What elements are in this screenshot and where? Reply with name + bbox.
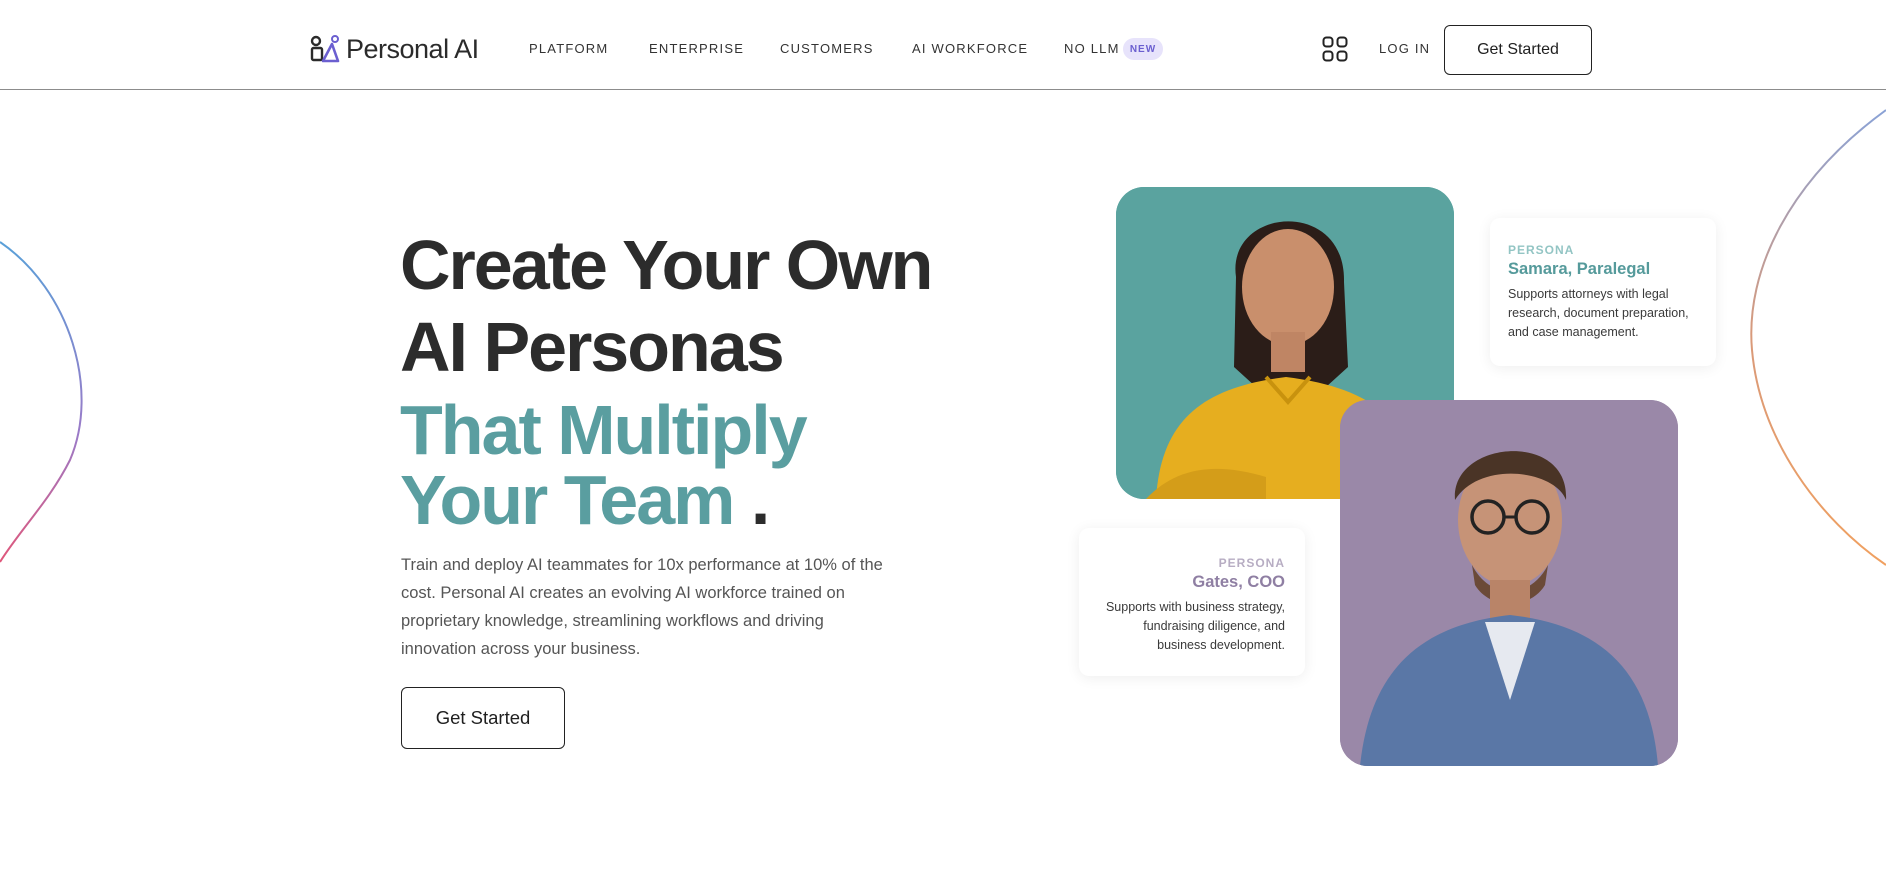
hero-title-period: . [750, 461, 771, 539]
persona-name: Gates, COO [1192, 573, 1285, 591]
personal-ai-logo-icon [310, 35, 340, 63]
persona-tag: PERSONA [1508, 243, 1575, 257]
nav-customers[interactable]: CUSTOMERS [780, 41, 874, 56]
persona-description: Supports attorneys with legal research, … [1508, 287, 1689, 339]
nav-platform[interactable]: PLATFORM [529, 41, 608, 56]
nav-enterprise[interactable]: ENTERPRISE [649, 41, 744, 56]
hero-title-line-1: Create Your Own [400, 226, 933, 304]
hero-title-line-3: That Multiply [400, 391, 808, 469]
hero-description: Train and deploy AI teammates for 10x pe… [401, 556, 883, 658]
man-portrait-illustration [1340, 400, 1678, 766]
persona-name: Samara, Paralegal [1508, 260, 1651, 278]
header-get-started-button[interactable]: Get Started [1444, 25, 1592, 75]
new-badge: NEW [1123, 38, 1163, 60]
site-header: Personal AI PLATFORM ENTERPRISE CUSTOMER… [0, 0, 1886, 90]
brand-name: Personal AI [346, 33, 479, 64]
persona-description: Supports with business strategy, fundrai… [1105, 600, 1285, 652]
persona-tag: PERSONA [1218, 556, 1285, 570]
login-link[interactable]: LOG IN [1379, 41, 1430, 56]
persona-card-gates: PERSONA Gates, COO Supports with busines… [1079, 528, 1305, 676]
persona-photo-gates [1340, 400, 1678, 766]
hero-title-line-4: Your Team [400, 461, 735, 539]
nav-no-llm[interactable]: NO LLM [1064, 41, 1120, 56]
hero-title-line-2: AI Personas [400, 308, 785, 386]
apps-grid-icon[interactable] [1322, 36, 1348, 62]
hero-get-started-button[interactable]: Get Started [401, 687, 565, 749]
hero-title-line-4-wrap: Your Team . [400, 465, 770, 535]
right-curve [1750, 109, 1886, 566]
brand-logo[interactable]: Personal AI [310, 33, 479, 65]
nav-ai-workforce[interactable]: AI WORKFORCE [912, 41, 1028, 56]
persona-card-samara: PERSONA Samara, Paralegal Supports attor… [1490, 218, 1716, 366]
left-curve [0, 241, 83, 563]
